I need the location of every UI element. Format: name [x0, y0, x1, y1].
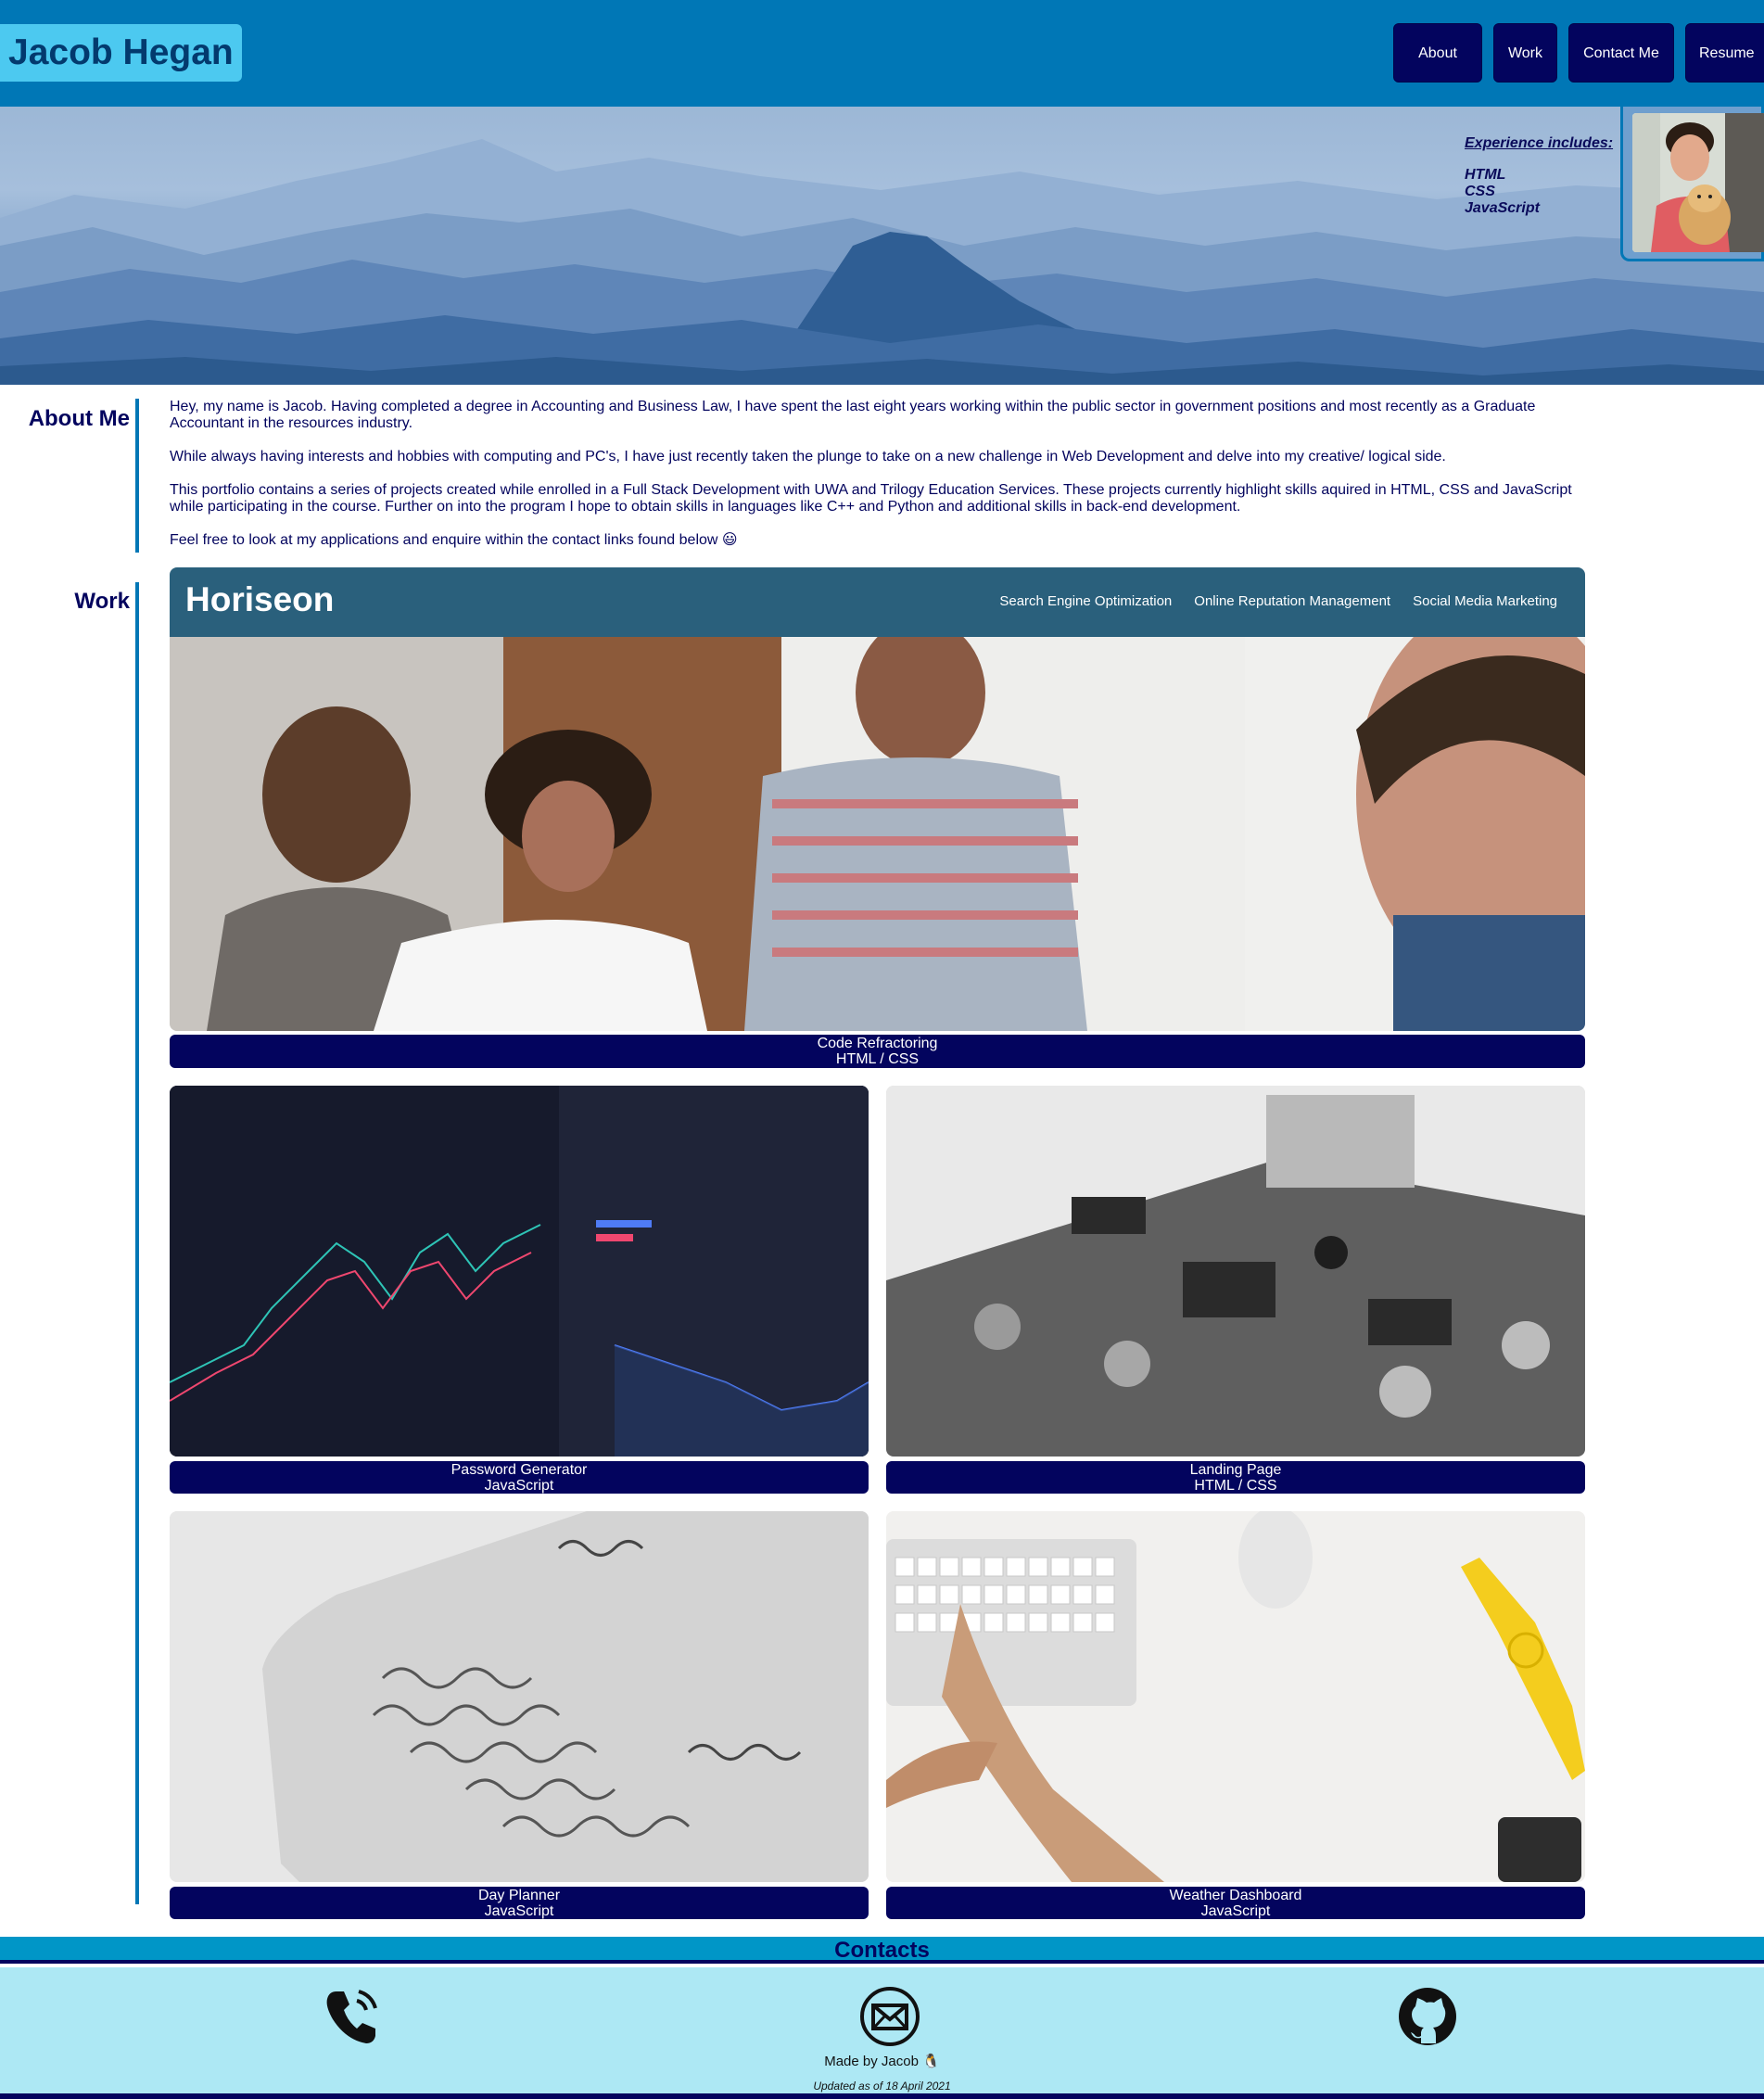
project-tech: HTML / CSS [835, 1051, 920, 1067]
project-card-weather-dashboard[interactable] [886, 1511, 1585, 1882]
profile-photo [1632, 113, 1764, 252]
project-name: Password Generator [451, 1462, 588, 1478]
project-tech: JavaScript [1200, 1903, 1271, 1919]
horiseon-header: Horiseon Search Engine Optimization Onli… [170, 567, 1585, 637]
experience-title: Experience includes: [1465, 135, 1614, 151]
project-caption: Code Refractoring HTML / CSS [170, 1035, 1585, 1068]
experience-item: JavaScript [1465, 200, 1540, 216]
project-name: Weather Dashboard [1169, 1888, 1302, 1903]
project-card-password-generator[interactable] [170, 1086, 869, 1457]
main-nav: About Me Work Contact Me Resume [1393, 23, 1764, 121]
nav-work-button[interactable]: Work [1493, 23, 1557, 83]
updated-date-text: Updated as of 18 April 2021 [813, 2080, 951, 2093]
project-card-code-refractoring[interactable]: Horiseon Search Engine Optimization Onli… [170, 567, 1585, 1031]
experience-list: Experience includes: HTML CSS JavaScript [1465, 135, 1613, 217]
footer-bottom-border [0, 2093, 1764, 2099]
work-divider [135, 582, 139, 1904]
about-paragraph: While always having interests and hobbie… [170, 449, 1446, 464]
experience-item: CSS [1465, 184, 1495, 199]
github-icon[interactable] [1395, 1984, 1460, 2054]
horiseon-nav-item: Online Reputation Management [1194, 593, 1391, 609]
about-paragraph: Feel free to look at my applications and… [170, 532, 738, 548]
horiseon-nav: Search Engine Optimization Online Reputa… [999, 593, 1557, 609]
project-name: Landing Page [1189, 1462, 1282, 1478]
about-me-text: Hey, my name is Jacob. Having completed … [170, 399, 1588, 566]
about-paragraph: Hey, my name is Jacob. Having completed … [170, 399, 1536, 431]
project-caption: Day Planner JavaScript [170, 1887, 869, 1919]
contacts-heading: Contacts [0, 1937, 1764, 1964]
project-name: Code Refractoring [817, 1036, 938, 1051]
project-card-day-planner[interactable] [170, 1511, 869, 1882]
project-caption: Landing Page HTML / CSS [886, 1461, 1585, 1494]
site-header: Jacob Hegan About Me Work Contact Me Res… [0, 0, 1764, 121]
site-brand[interactable]: Jacob Hegan [0, 24, 242, 82]
about-me-heading: About Me [28, 406, 130, 431]
made-by-text: Made by Jacob 🐧 [824, 2054, 940, 2069]
puzzle-image [170, 1511, 869, 1882]
project-tech: HTML / CSS [1194, 1478, 1277, 1494]
horiseon-logo: Horiseon [185, 580, 335, 618]
email-icon[interactable] [857, 1984, 922, 2054]
project-caption: Weather Dashboard JavaScript [886, 1887, 1585, 1919]
experience-item: HTML [1465, 167, 1506, 183]
about-divider [135, 399, 139, 553]
profile-photo-card [1620, 107, 1764, 261]
project-card-landing-page[interactable] [886, 1086, 1585, 1457]
keyboard-desk-image [886, 1511, 1585, 1882]
nav-contact-me-button[interactable]: Contact Me [1568, 23, 1674, 83]
phone-icon[interactable] [320, 1982, 385, 2052]
project-caption: Password Generator JavaScript [170, 1461, 869, 1494]
horiseon-nav-item: Social Media Marketing [1413, 593, 1557, 609]
nav-resume-button[interactable]: Resume [1685, 23, 1764, 83]
circuit-board-image [886, 1086, 1585, 1457]
work-heading: Work [74, 589, 130, 614]
project-tech: JavaScript [484, 1903, 554, 1919]
team-meeting-image [170, 637, 1585, 1031]
nav-about-me-button[interactable]: About Me [1393, 23, 1482, 121]
project-tech: JavaScript [484, 1478, 554, 1494]
about-paragraph: This portfolio contains a series of proj… [170, 482, 1572, 515]
horiseon-nav-item: Search Engine Optimization [999, 593, 1173, 609]
stock-chart-image [170, 1086, 869, 1457]
hero-banner: Experience includes: HTML CSS JavaScript [0, 107, 1764, 385]
project-name: Day Planner [477, 1888, 561, 1903]
